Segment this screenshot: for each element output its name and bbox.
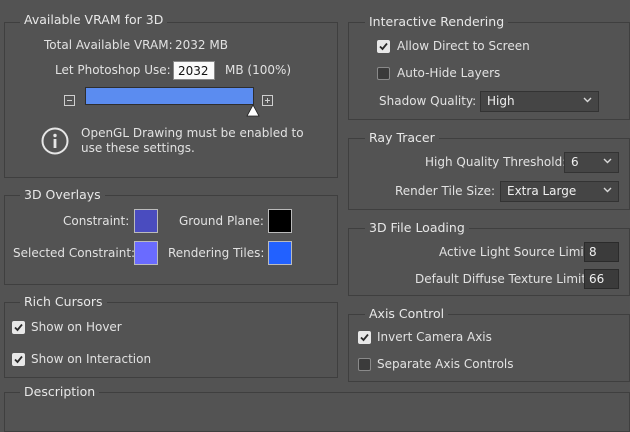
total-vram-value: 2032 MB	[175, 38, 228, 52]
chevron-down-icon	[583, 97, 592, 103]
rendering-tiles-color-swatch[interactable]	[268, 241, 292, 265]
allow-direct-to-screen-label[interactable]: Allow Direct to Screen	[397, 39, 530, 53]
constraint-color-swatch[interactable]	[134, 209, 158, 233]
description-group-title: Description	[20, 384, 100, 399]
info-icon	[41, 127, 69, 155]
default-diffuse-texture-limit-label: Default Diffuse Texture Limit:	[415, 272, 591, 286]
ground-plane-label: Ground Plane:	[179, 214, 264, 228]
allow-direct-to-screen-checkbox[interactable]	[377, 40, 390, 53]
invert-camera-axis-checkbox[interactable]	[358, 331, 371, 344]
constraint-label: Constraint:	[63, 214, 130, 228]
interactive-rendering-group-title: Interactive Rendering	[365, 14, 509, 29]
vram-slider-handle[interactable]	[246, 104, 260, 117]
shadow-quality-select[interactable]: High	[480, 91, 599, 112]
active-light-source-limit-label: Active Light Source Limit:	[439, 245, 593, 259]
rendering-tiles-label: Rendering Tiles:	[168, 246, 265, 260]
let-photoshop-use-label: Let Photoshop Use:	[55, 63, 171, 77]
show-on-interaction-checkbox[interactable]	[12, 353, 25, 366]
vram-group-title: Available VRAM for 3D	[20, 12, 168, 27]
render-tile-size-label: Render Tile Size:	[395, 184, 496, 198]
vram-slider-fill	[86, 88, 253, 104]
slider-minus-icon[interactable]	[64, 95, 75, 106]
shadow-quality-value: High	[487, 94, 515, 108]
separate-axis-controls-label[interactable]: Separate Axis Controls	[377, 357, 514, 371]
separate-axis-controls-checkbox[interactable]	[358, 358, 371, 371]
render-tile-size-select[interactable]: Extra Large	[500, 181, 619, 202]
checkmark-icon	[14, 323, 23, 332]
render-tile-size-value: Extra Large	[507, 184, 577, 198]
rich-cursors-group-title: Rich Cursors	[20, 294, 107, 309]
info-text-line2: use these settings.	[81, 141, 195, 155]
overlays-group-title: 3D Overlays	[20, 187, 105, 202]
high-quality-threshold-label: High Quality Threshold:	[425, 155, 567, 169]
checkmark-icon	[379, 42, 388, 51]
axis-control-group-title: Axis Control	[365, 306, 449, 321]
show-on-hover-label[interactable]: Show on Hover	[31, 320, 122, 334]
slider-plus-icon[interactable]	[262, 95, 273, 106]
invert-camera-axis-label[interactable]: Invert Camera Axis	[377, 330, 492, 344]
checkmark-icon	[360, 333, 369, 342]
show-on-hover-checkbox[interactable]	[12, 321, 25, 334]
total-vram-label: Total Available VRAM:	[44, 38, 173, 52]
info-text-line1: OpenGL Drawing must be enabled to	[81, 126, 304, 140]
axis-control-group	[348, 314, 630, 382]
high-quality-threshold-value: 6	[571, 155, 579, 169]
show-on-interaction-label[interactable]: Show on Interaction	[31, 352, 151, 366]
auto-hide-layers-checkbox[interactable]	[377, 67, 390, 80]
rich-cursors-group	[4, 302, 338, 378]
chevron-down-icon	[603, 158, 612, 164]
shadow-quality-label: Shadow Quality:	[379, 94, 477, 108]
active-light-source-limit-input[interactable]: 8	[584, 242, 619, 262]
chevron-down-icon	[603, 187, 612, 193]
default-diffuse-texture-limit-input[interactable]: 66	[584, 269, 619, 289]
high-quality-threshold-select[interactable]: 6	[564, 152, 619, 173]
checkmark-icon	[14, 355, 23, 364]
ground-plane-color-swatch[interactable]	[268, 209, 292, 233]
selected-constraint-color-swatch[interactable]	[134, 241, 158, 265]
vram-unit-label: MB (100%)	[225, 63, 292, 77]
auto-hide-layers-label[interactable]: Auto-Hide Layers	[397, 66, 500, 80]
file-loading-group-title: 3D File Loading	[365, 220, 469, 235]
vram-slider-track[interactable]	[85, 87, 254, 105]
ray-tracer-group-title: Ray Tracer	[365, 130, 439, 145]
selected-constraint-label: Selected Constraint:	[13, 246, 136, 260]
vram-amount-input[interactable]: 2032	[173, 61, 215, 80]
